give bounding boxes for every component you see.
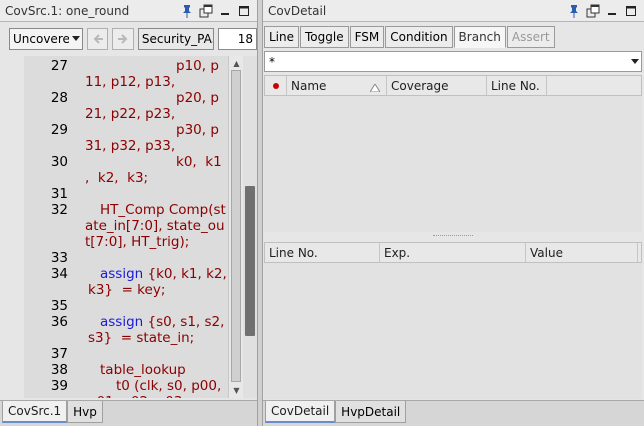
panel-scrollbar[interactable] [243,56,257,398]
line-number-field[interactable]: 18 [217,28,257,50]
code-text-rest: {s0, s1, s2, [143,314,225,330]
panel-scroll-thumb[interactable] [245,186,255,336]
detail-panel-title: CovDetail [268,3,327,18]
sort-ascending-icon [369,81,381,95]
status-dot-icon [272,82,279,89]
line-number: 28 [50,90,68,106]
pin-icon[interactable] [566,3,581,18]
branch-table-header: Name Coverage Line No. [264,75,642,96]
line-number: 39 [50,378,68,394]
expression-table-header: Line No. Exp. Value [264,242,642,263]
coverage-type-tabs: Line Toggle FSM Condition Branch Assert [263,26,644,48]
detail-filter-value: * [269,54,275,69]
source-bottom-tabs: CovSrc.1 Hvp [0,400,257,426]
source-toolbar: Uncovere Security_PA3_ 18 [0,23,257,55]
line-number: 31 [50,186,68,202]
tab-covsrc[interactable]: CovSrc.1 [2,401,68,423]
source-panel: CovSrc.1: one_round Uncovere Security_PA… [0,0,258,426]
tab-covdetail[interactable]: CovDetail [265,401,336,423]
line-number: 32 [50,202,68,218]
detail-panel-titlebar: CovDetail [263,0,644,22]
tab-assert[interactable]: Assert [506,26,555,48]
chevron-down-icon [629,58,641,65]
keyword: assign [100,266,144,282]
code-editor[interactable]: 27 p10, p 11, p12, p13, 28 p20, p 21, p22, p2… [24,56,257,398]
coverage-filter-value: Uncovere [13,32,69,46]
detail-filter-select[interactable]: * [264,51,642,72]
code-text: assign {k0, k1, k2, [100,266,245,282]
minimize-icon[interactable] [604,3,619,18]
code-text: 31, p32, p33, [85,138,176,154]
line-number: 34 [50,266,68,282]
tab-hvpdetail[interactable]: HvpDetail [335,401,407,423]
code-text-rest: {k0, k1, k2, [143,266,227,282]
line-number: 27 [50,58,68,74]
instance-path-field[interactable]: Security_PA3_ [137,28,214,50]
expr-column-header[interactable]: Exp. [380,243,526,262]
tab-hvp[interactable]: Hvp [67,401,103,423]
tab-toggle[interactable]: Toggle [300,26,349,48]
minimize-icon[interactable] [217,3,232,18]
scroll-up-icon[interactable]: ▲ [230,57,243,70]
line-number: 35 [50,298,68,314]
arrow-right-icon [118,34,128,44]
code-text: assign {s0, s1, s2, [100,314,245,330]
keyword: assign [100,314,144,330]
code-text: k3} = key; [88,282,166,298]
maximize-icon[interactable] [623,3,638,18]
code-text: , k2, k3; [85,170,149,186]
detail-bottom-tabs: CovDetail HvpDetail [263,400,644,426]
table-splitter[interactable] [264,233,642,239]
editor-vertical-scrollbar[interactable]: ▲ ▼ [228,56,243,398]
status-column-header[interactable] [265,76,287,95]
code-text: ate_in[7:0], state_ou [85,218,225,234]
tab-line[interactable]: Line [264,26,300,48]
tab-condition[interactable]: Condition [385,26,453,48]
undock-icon[interactable] [585,3,600,18]
code-text: table_lookup [100,362,186,378]
line-no-column-header[interactable]: Line No. [487,76,547,95]
branch-table-body[interactable] [264,96,642,232]
back-button[interactable] [87,28,109,50]
line-number: 33 [50,250,68,266]
code-text: HT_Comp Comp(st [100,202,226,218]
undock-icon[interactable] [198,3,213,18]
coverage-filter-select[interactable]: Uncovere [9,28,83,50]
scroll-down-icon[interactable]: ▼ [230,384,243,397]
tab-fsm[interactable]: FSM [349,26,385,48]
value-column-header[interactable]: Value [526,243,638,262]
source-panel-titlebar: CovSrc.1: one_round [0,0,257,22]
expression-table-body[interactable] [264,263,642,399]
detail-panel: CovDetail Line Toggle FSM Condition Bran… [262,0,644,426]
code-text: 21, p22, p23, [85,106,176,122]
maximize-icon[interactable] [236,3,251,18]
editor-scroll-thumb[interactable] [231,70,241,382]
source-panel-title: CovSrc.1: one_round [5,3,130,18]
coverage-column-header[interactable]: Coverage [387,76,487,95]
line-number: 38 [50,362,68,378]
code-text: p01, p02, p03, [88,394,233,398]
code-text: t[7:0], HT_trig); [85,234,190,250]
name-column-header[interactable]: Name [287,76,387,95]
code-text: 11, p12, p13, [85,74,176,90]
code-text: s3} = state_in; [88,330,195,346]
line-number: 30 [50,154,68,170]
arrow-left-icon [93,34,103,44]
line-number: 37 [50,346,68,362]
tab-branch[interactable]: Branch [453,26,506,48]
chevron-down-icon [69,29,82,49]
forward-button[interactable] [112,28,134,50]
pin-icon[interactable] [179,3,194,18]
name-column-label: Name [291,78,327,93]
expr-line-no-column-header[interactable]: Line No. [265,243,380,262]
line-number: 29 [50,122,68,138]
line-number: 36 [50,314,68,330]
